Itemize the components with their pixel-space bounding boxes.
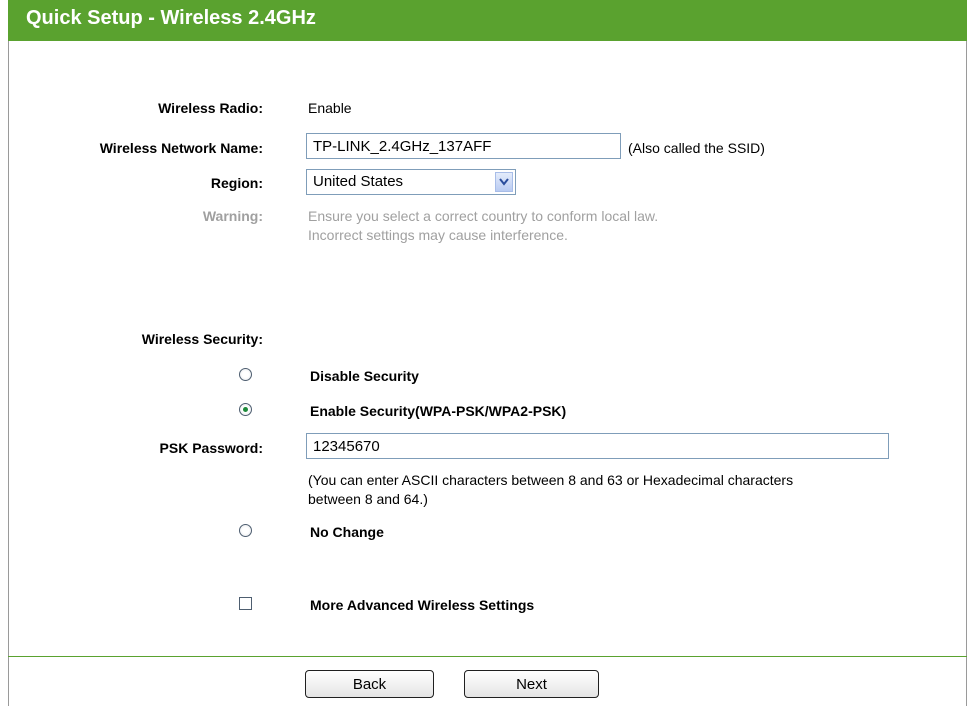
advanced-settings-checkbox[interactable] <box>239 597 252 610</box>
region-selected-value: United States <box>313 173 404 190</box>
warning-line-1: Ensure you select a correct country to c… <box>308 208 659 224</box>
advanced-settings-label[interactable]: More Advanced Wireless Settings <box>310 597 534 613</box>
radio-selected-dot <box>243 407 248 412</box>
enable-security-option[interactable]: Enable Security(WPA-PSK/WPA2-PSK) <box>310 403 566 419</box>
warning-label: Warning: <box>202 208 263 224</box>
network-name-label: Wireless Network Name: <box>99 140 263 156</box>
disable-security-radio[interactable] <box>239 368 252 381</box>
region-select[interactable]: United States <box>306 169 516 195</box>
chevron-down-icon[interactable] <box>495 172 513 192</box>
next-button[interactable]: Next <box>464 670 599 698</box>
no-change-radio[interactable] <box>239 524 252 537</box>
psk-password-label: PSK Password: <box>159 440 263 456</box>
region-label: Region: <box>210 175 263 191</box>
wireless-radio-value: Enable <box>308 100 352 116</box>
back-button[interactable]: Back <box>305 670 434 698</box>
disable-security-option[interactable]: Disable Security <box>310 368 419 384</box>
psk-hint: (You can enter ASCII characters between … <box>308 471 793 509</box>
enable-security-radio[interactable] <box>239 403 252 416</box>
wireless-radio-label: Wireless Radio: <box>158 100 263 116</box>
page-header: Quick Setup - Wireless 2.4GHz <box>8 0 967 41</box>
warning-text: Ensure you select a correct country to c… <box>308 207 658 245</box>
footer-divider <box>8 656 967 657</box>
page-title: Quick Setup - Wireless 2.4GHz <box>26 7 316 29</box>
psk-hint-line-2: between 8 and 64.) <box>308 491 428 507</box>
wireless-security-label: Wireless Security: <box>141 331 263 347</box>
psk-hint-line-1: (You can enter ASCII characters between … <box>308 472 794 488</box>
network-name-input[interactable] <box>306 133 621 159</box>
psk-password-input[interactable] <box>306 433 889 459</box>
ssid-hint: (Also called the SSID) <box>628 140 765 156</box>
warning-line-2: Incorrect settings may cause interferenc… <box>308 227 568 243</box>
no-change-option[interactable]: No Change <box>310 524 384 540</box>
